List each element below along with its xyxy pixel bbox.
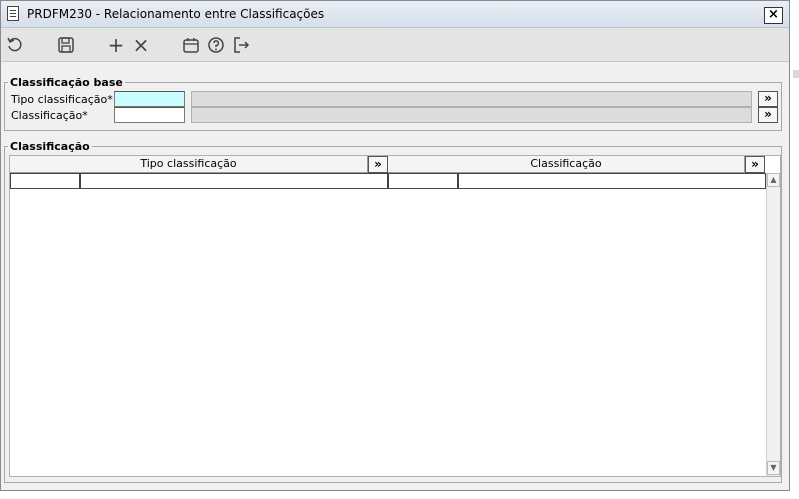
- scroll-up-button[interactable]: ▲: [767, 173, 780, 187]
- row-classif-description-cell[interactable]: [458, 173, 766, 189]
- tipo-classificacao-description: [191, 91, 752, 107]
- tipo-classificacao-input[interactable]: [114, 91, 185, 107]
- close-button[interactable]: ×: [764, 7, 783, 24]
- exit-icon[interactable]: [231, 35, 251, 55]
- classificacao-description: [191, 107, 752, 123]
- window-title: PRDFM230 - Relacionamento entre Classifi…: [27, 7, 325, 21]
- column-tipo-lookup-button[interactable]: »: [368, 156, 388, 173]
- grid-group-legend: Classificação: [10, 140, 90, 153]
- main-window: PRDFM230 - Relacionamento entre Classifi…: [0, 0, 790, 491]
- background-mark: [793, 70, 799, 78]
- tipo-classificacao-lookup-button[interactable]: »: [758, 91, 778, 107]
- base-group-legend: Classificação base: [10, 76, 123, 89]
- classificacao-label: Classificação*: [11, 109, 88, 122]
- title-bar[interactable]: PRDFM230 - Relacionamento entre Classifi…: [1, 1, 789, 28]
- document-icon: [7, 6, 19, 21]
- classificacao-lookup-button[interactable]: »: [758, 107, 778, 123]
- row-tipo-description-cell[interactable]: [80, 173, 388, 189]
- add-icon[interactable]: +: [106, 35, 126, 55]
- column-header-classificacao[interactable]: Classificação: [388, 156, 745, 173]
- row-tipo-code-cell[interactable]: [10, 173, 80, 189]
- delete-icon[interactable]: ×: [131, 35, 151, 55]
- tipo-classificacao-label: Tipo classificação*: [11, 93, 113, 106]
- toolbar: + ×: [1, 28, 789, 62]
- column-header-tipo-classificacao[interactable]: Tipo classificação: [10, 156, 368, 173]
- undo-icon[interactable]: [5, 35, 25, 55]
- background-strip: [790, 0, 799, 499]
- classification-grid: Tipo classificação » Classificação » ▲ ▼: [9, 155, 781, 477]
- grid-vertical-scrollbar[interactable]: ▲ ▼: [766, 173, 780, 476]
- calendar-icon[interactable]: [181, 35, 201, 55]
- row-classif-code-cell[interactable]: [388, 173, 458, 189]
- column-classificacao-lookup-button[interactable]: »: [745, 156, 765, 173]
- scroll-down-button[interactable]: ▼: [767, 461, 780, 475]
- classificacao-input[interactable]: [114, 107, 185, 123]
- save-icon[interactable]: [56, 35, 76, 55]
- help-icon[interactable]: [206, 35, 226, 55]
